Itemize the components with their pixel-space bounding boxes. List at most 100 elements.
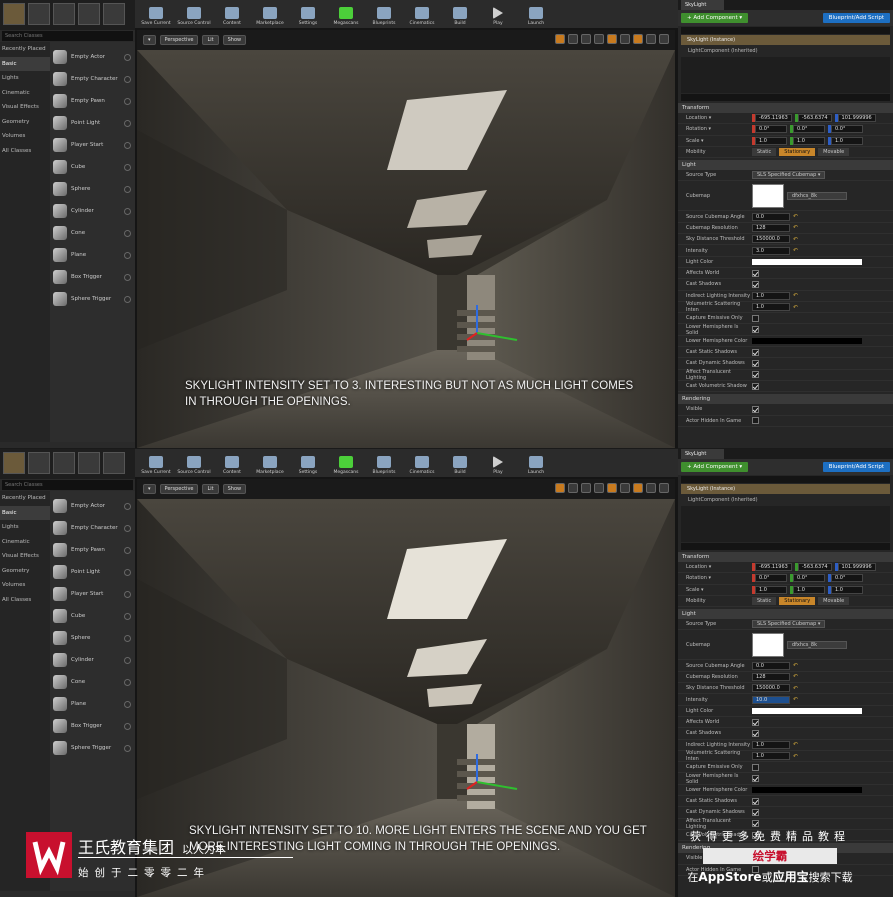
- component-search-input[interactable]: [681, 476, 890, 483]
- mode-category[interactable]: Basic: [0, 56, 50, 71]
- vector-field[interactable]: -695.11963: [755, 114, 792, 123]
- scale-tool-icon[interactable]: [581, 34, 591, 44]
- reset-arrow-icon[interactable]: ↶: [793, 213, 798, 220]
- toolbar-button[interactable]: Source Control: [176, 451, 212, 477]
- light-color-swatch[interactable]: [752, 707, 862, 714]
- help-icon[interactable]: [124, 612, 131, 620]
- viewport-options-button[interactable]: ▾: [143, 484, 156, 494]
- light-section[interactable]: Light: [678, 609, 893, 620]
- toolbar-button[interactable]: Build: [442, 2, 478, 28]
- light-section[interactable]: Light: [678, 160, 893, 171]
- toolbar-button[interactable]: Play: [480, 2, 516, 28]
- help-icon[interactable]: [124, 295, 131, 303]
- help-icon[interactable]: [124, 141, 131, 149]
- vector-field[interactable]: 101.999996: [837, 563, 876, 572]
- toolbar-button[interactable]: Megascans: [328, 451, 364, 477]
- root-component[interactable]: SkyLight (Instance): [681, 35, 890, 45]
- checkbox[interactable]: [752, 763, 759, 771]
- placeable-item[interactable]: Empty Pawn: [50, 539, 135, 561]
- help-icon[interactable]: [124, 251, 131, 259]
- show-button[interactable]: Show: [222, 35, 247, 45]
- foliage-mode-icon[interactable]: [78, 3, 100, 25]
- vector-field[interactable]: 1.0: [831, 585, 863, 594]
- number-field[interactable]: 128: [752, 672, 790, 681]
- checkbox[interactable]: [752, 405, 759, 413]
- landscape-mode-icon[interactable]: [53, 452, 75, 474]
- number-field[interactable]: 150000.0: [752, 684, 790, 693]
- checkbox[interactable]: [752, 729, 759, 737]
- cubemap-dropdown[interactable]: dfxhcs_8k: [787, 640, 847, 649]
- translate-tool-icon[interactable]: [555, 483, 565, 493]
- help-icon[interactable]: [124, 97, 131, 105]
- vector-field[interactable]: 1.0: [755, 136, 787, 145]
- vector-field[interactable]: 0.0°: [831, 125, 863, 134]
- placeable-item[interactable]: Cylinder: [50, 200, 135, 222]
- toolbar-button[interactable]: Settings: [290, 451, 326, 477]
- placeable-item[interactable]: Sphere Trigger: [50, 737, 135, 759]
- help-icon[interactable]: [124, 524, 131, 532]
- reset-arrow-icon[interactable]: ↶: [793, 247, 798, 254]
- toolbar-button[interactable]: Blueprints: [366, 2, 402, 28]
- placeable-item[interactable]: Cube: [50, 605, 135, 627]
- mobility-static[interactable]: Static: [752, 148, 777, 157]
- mode-category[interactable]: Recently Placed: [0, 42, 50, 57]
- number-field[interactable]: 0.0: [752, 212, 790, 221]
- place-mode-icon[interactable]: [3, 3, 25, 25]
- toolbar-button[interactable]: Content: [214, 2, 250, 28]
- reset-arrow-icon[interactable]: ↶: [793, 685, 798, 692]
- checkbox[interactable]: [752, 382, 759, 390]
- viewport-options-button[interactable]: ▾: [143, 35, 156, 45]
- toolbar-button[interactable]: Settings: [290, 2, 326, 28]
- checkbox[interactable]: [752, 314, 759, 322]
- toolbar-button[interactable]: Megascans: [328, 2, 364, 28]
- placeable-item[interactable]: Empty Character: [50, 68, 135, 90]
- vector-field[interactable]: 0.0°: [793, 125, 825, 134]
- help-icon[interactable]: [124, 722, 131, 730]
- help-icon[interactable]: [124, 700, 131, 708]
- rendering-section[interactable]: Rendering: [678, 394, 893, 405]
- help-icon[interactable]: [124, 229, 131, 237]
- placeable-item[interactable]: Player Start: [50, 134, 135, 156]
- mode-category[interactable]: Cinematic: [0, 535, 50, 550]
- toolbar-button[interactable]: Play: [480, 451, 516, 477]
- scale-snap-icon[interactable]: [633, 483, 643, 493]
- transform-section[interactable]: Transform: [678, 103, 893, 113]
- rotate-tool-icon[interactable]: [568, 483, 578, 493]
- placeable-item[interactable]: Box Trigger: [50, 266, 135, 288]
- toolbar-button[interactable]: Marketplace: [252, 2, 288, 28]
- toolbar-button[interactable]: Save Current: [138, 451, 174, 477]
- help-icon[interactable]: [124, 75, 131, 83]
- mode-category[interactable]: Geometry: [0, 115, 50, 130]
- toolbar-button[interactable]: Build: [442, 451, 478, 477]
- number-field[interactable]: 1.0: [752, 303, 790, 311]
- help-icon[interactable]: [124, 744, 131, 752]
- world-local-icon[interactable]: [594, 483, 604, 493]
- add-component-button[interactable]: + Add Component ▾: [681, 462, 749, 472]
- perspective-button[interactable]: Perspective: [159, 484, 199, 494]
- mode-category[interactable]: All Classes: [0, 144, 50, 159]
- camera-speed-icon[interactable]: [646, 34, 656, 44]
- number-field[interactable]: 128: [752, 223, 790, 232]
- vector-field[interactable]: 1.0: [755, 585, 787, 594]
- number-field[interactable]: 150000.0: [752, 235, 790, 244]
- reset-arrow-icon[interactable]: ↶: [793, 696, 798, 703]
- toolbar-button[interactable]: Cinematics: [404, 2, 440, 28]
- geometry-mode-icon[interactable]: [103, 3, 125, 25]
- placeable-item[interactable]: Sphere Trigger: [50, 288, 135, 310]
- placeable-item[interactable]: Plane: [50, 244, 135, 266]
- maximize-icon[interactable]: [659, 34, 669, 44]
- rotation-snap-icon[interactable]: [620, 483, 630, 493]
- reset-arrow-icon[interactable]: ↶: [793, 741, 798, 748]
- source-type-dropdown[interactable]: SLS Specified Cubemap ▾: [752, 620, 826, 629]
- help-icon[interactable]: [124, 119, 131, 127]
- rotate-tool-icon[interactable]: [568, 34, 578, 44]
- placeable-item[interactable]: Sphere: [50, 178, 135, 200]
- checkbox[interactable]: [752, 326, 759, 334]
- class-search-input[interactable]: Search Classes: [2, 480, 133, 490]
- reset-arrow-icon[interactable]: ↶: [793, 304, 798, 311]
- placeable-item[interactable]: Point Light: [50, 561, 135, 583]
- scale-tool-icon[interactable]: [581, 483, 591, 493]
- checkbox[interactable]: [752, 718, 759, 726]
- add-component-button[interactable]: + Add Component ▾: [681, 13, 749, 23]
- checkbox[interactable]: [752, 371, 759, 379]
